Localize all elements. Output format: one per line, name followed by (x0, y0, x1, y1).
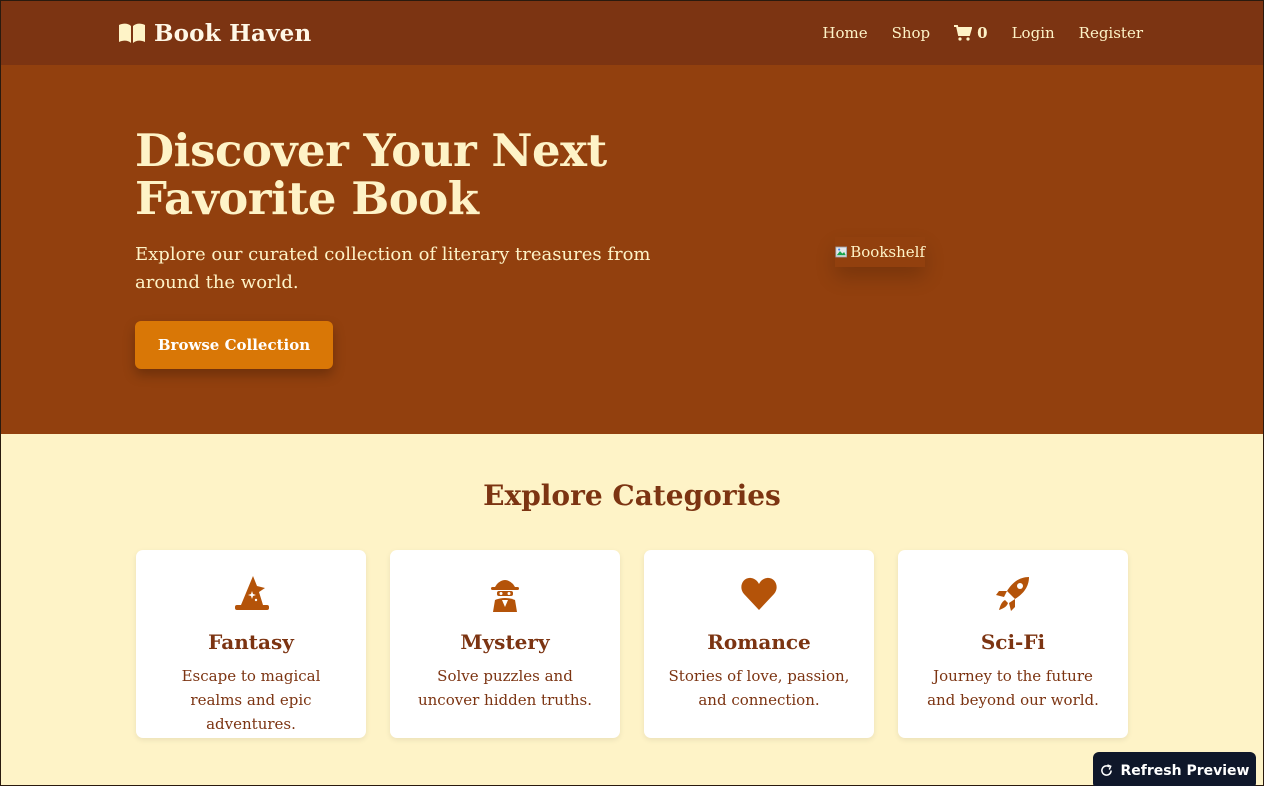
category-card-mystery[interactable]: Mystery Solve puzzles and uncover hidden… (390, 550, 620, 738)
category-card-romance[interactable]: Romance Stories of love, passion, and co… (644, 550, 874, 738)
hero-title: Discover Your Next Favorite Book (135, 124, 607, 225)
nav-shop-link[interactable]: Shop (892, 24, 931, 42)
refresh-icon (1100, 764, 1112, 776)
broken-image-icon (835, 246, 847, 258)
category-title: Romance (707, 630, 811, 654)
hero-section: Discover Your Next Favorite Book Explore… (1, 65, 1263, 434)
open-book-icon (119, 23, 145, 43)
shopping-cart-icon (954, 25, 973, 41)
navbar: Book Haven Home Shop 0 Login Register (1, 1, 1263, 65)
cart-count: 0 (977, 24, 988, 42)
category-title: Fantasy (208, 630, 294, 654)
category-description: Solve puzzles and uncover hidden truths. (417, 667, 593, 709)
categories-title: Explore Categories (483, 479, 781, 512)
heart-icon (741, 577, 777, 610)
nav-login-link[interactable]: Login (1012, 24, 1055, 42)
wizard-hat-icon (235, 576, 269, 610)
hero-bookshelf-image: Bookshelf (835, 237, 925, 267)
category-card-scifi[interactable]: Sci-Fi Journey to the future and beyond … (898, 550, 1128, 738)
category-description: Escape to magical realms and epic advent… (181, 667, 321, 733)
hero-subtitle: Explore our curated collection of litera… (135, 244, 651, 293)
category-title: Sci-Fi (980, 630, 1046, 654)
category-description: Stories of love, passion, and connection… (668, 667, 850, 709)
brand[interactable]: Book Haven (118, 20, 311, 47)
category-description: Journey to the future and beyond our wor… (927, 667, 1099, 709)
detective-icon (491, 580, 519, 612)
nav-links: Home Shop 0 Login Register (822, 24, 1143, 42)
hero-image-alt: Bookshelf (850, 243, 925, 261)
category-card-fantasy[interactable]: Fantasy Escape to magical realms and epi… (136, 550, 366, 738)
refresh-preview-button[interactable]: Refresh Preview (1093, 752, 1256, 786)
category-cards: Fantasy Escape to magical realms and epi… (136, 550, 1128, 738)
rocket-icon (996, 577, 1029, 611)
browse-collection-button[interactable]: Browse Collection (135, 321, 333, 369)
refresh-label: Refresh Preview (1120, 762, 1250, 779)
nav-register-link[interactable]: Register (1079, 24, 1143, 42)
category-title: Mystery (460, 630, 550, 654)
nav-home-link[interactable]: Home (822, 24, 867, 42)
brand-name: Book Haven (154, 19, 312, 47)
nav-cart-link[interactable]: 0 (954, 24, 988, 42)
